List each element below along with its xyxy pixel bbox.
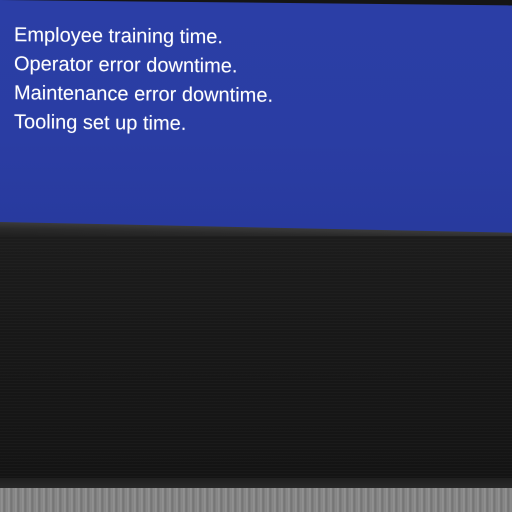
text-line-maintenance-error: Maintenance error downtime. — [14, 82, 274, 107]
monitor-bezel — [0, 236, 512, 486]
text-line-employee-training: Employee training time. — [14, 24, 223, 49]
desk-surface — [0, 488, 512, 512]
text-line-tooling-setup: Tooling set up time. — [14, 111, 187, 135]
display-screen: Employee training time. Operator error d… — [0, 0, 512, 235]
photo-of-display: Employee training time. Operator error d… — [0, 0, 512, 512]
text-line-operator-error: Operator error downtime. — [14, 53, 238, 78]
text-list: Employee training time. Operator error d… — [14, 21, 273, 140]
